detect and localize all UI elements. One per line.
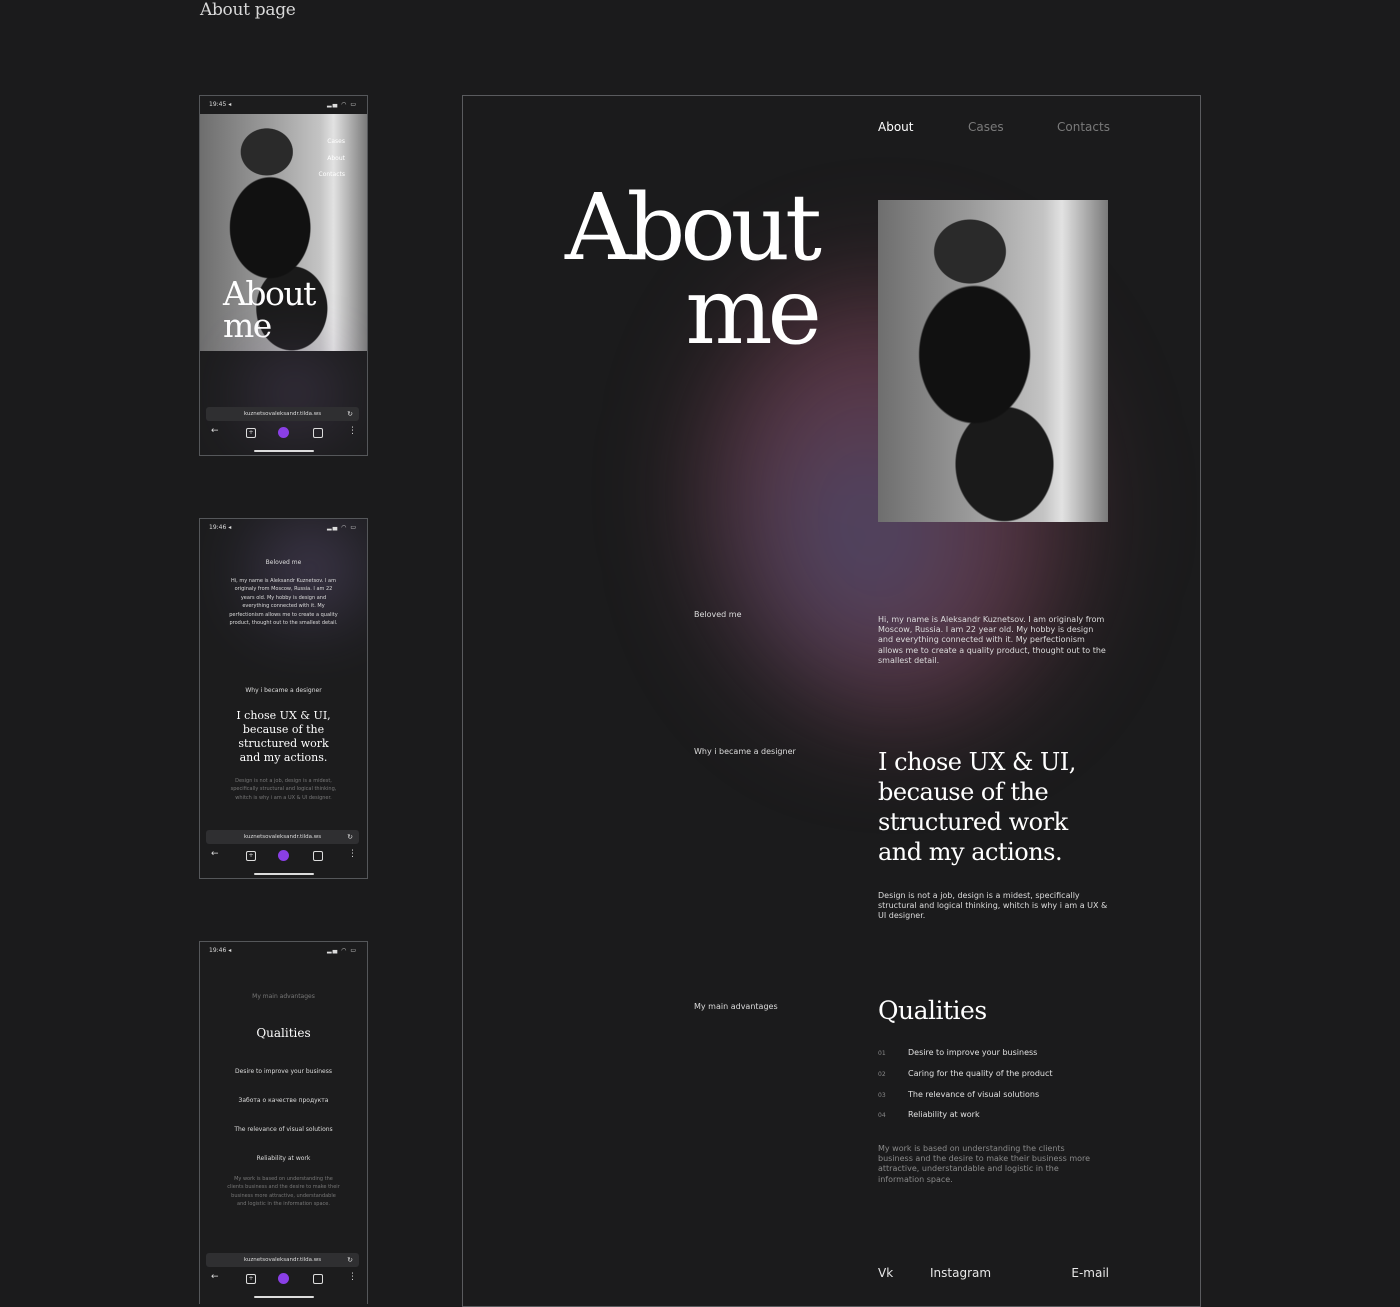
social-links: Vk Instagram E-mail [878, 1266, 1109, 1282]
status-bar: 19:45 ◂ ▂▄ ◠ ▭ [200, 96, 367, 114]
new-tab-icon[interactable]: + [246, 428, 256, 438]
more-icon[interactable]: ⋮ [348, 426, 357, 436]
list-item: Reliability at work [256, 1155, 311, 1162]
list-item-label: Caring for the quality of the product [908, 1069, 1053, 1078]
list-item-label: Desire to improve your business [908, 1048, 1038, 1057]
section-label-why: Why i became a designer [245, 687, 322, 694]
list-item-label: Reliability at work [908, 1110, 980, 1119]
browser-toolbar: ← + ⋮ [200, 426, 367, 442]
back-arrow-icon[interactable]: ← [211, 1272, 219, 1282]
social-link-email[interactable]: E-mail [1071, 1266, 1109, 1280]
quote-heading: I chose UX & UI, because of the structur… [878, 747, 1076, 867]
new-tab-icon[interactable]: + [246, 1274, 256, 1284]
menu-item-about[interactable]: About [319, 151, 345, 168]
list-item: 02 Caring for the quality of the product [878, 1069, 1053, 1078]
social-link-instagram[interactable]: Instagram [930, 1266, 991, 1280]
list-item-number: 04 [878, 1112, 886, 1119]
list-item: 01 Desire to improve your business [878, 1048, 1037, 1057]
signal-wifi-battery-icon: ▂▄ ◠ ▭ [327, 524, 357, 531]
list-item-number: 01 [878, 1050, 886, 1057]
back-arrow-icon[interactable]: ← [211, 849, 219, 859]
list-item-label: The relevance of visual solutions [908, 1090, 1040, 1099]
quote-line-1: I chose UX & UI, [878, 748, 1076, 776]
mobile-screen-qualities: 19:46 ◂ ▂▄ ◠ ▭ My main advantages Qualit… [199, 941, 368, 1304]
page-title: About page [200, 0, 296, 20]
list-item: Desire to improve your business [235, 1068, 332, 1075]
quote-line-4: and my actions. [878, 838, 1063, 866]
section-label-advantages: My main advantages [694, 1002, 778, 1011]
home-indicator [254, 873, 314, 875]
mobile-screen-about: 19:45 ◂ ▂▄ ◠ ▭ Cases About Contacts Abou… [199, 95, 368, 456]
section-label-why: Why i became a designer [694, 747, 796, 756]
social-link-vk[interactable]: Vk [878, 1266, 893, 1280]
nav-about[interactable]: About [878, 120, 913, 134]
page-heading: About me [223, 277, 316, 345]
tabs-icon[interactable] [313, 851, 323, 861]
page-heading: About me [565, 182, 822, 365]
status-time: 19:46 ◂ [209, 524, 232, 531]
qualities-list: Desire to improve your business Забота о… [200, 1057, 367, 1173]
nav-cases[interactable]: Cases [968, 120, 1004, 134]
reload-icon[interactable]: ↻ [347, 1253, 353, 1267]
heading-line-2: me [223, 306, 272, 345]
heading-line-2: me [685, 258, 822, 365]
mobile-menu: Cases About Contacts [319, 134, 345, 184]
home-indicator [254, 1296, 314, 1298]
list-item: 03 The relevance of visual solutions [878, 1090, 1039, 1099]
desktop-screen: About Cases Contacts About me Beloved me… [462, 95, 1201, 1307]
home-indicator [254, 450, 314, 452]
status-time: 19:45 ◂ [209, 101, 232, 108]
more-icon[interactable]: ⋮ [348, 1272, 357, 1282]
url-bar[interactable]: kuznetsovaleksandr.tilda.ws ↻ [206, 830, 359, 844]
menu-item-cases[interactable]: Cases [319, 134, 345, 151]
browser-toolbar: ← + ⋮ [200, 1272, 367, 1288]
bio-text: Hi, my name is Aleksandr Kuznetsov. I am… [229, 578, 338, 627]
reload-icon[interactable]: ↻ [347, 830, 353, 844]
status-bar: 19:46 ◂ ▂▄ ◠ ▭ [200, 942, 367, 960]
qualities-title: Qualities [256, 1026, 311, 1040]
list-item-number: 02 [878, 1071, 886, 1078]
quote-heading: I chose UX & UI, because of the structur… [236, 709, 331, 764]
section-label-beloved: Beloved me [694, 610, 742, 619]
status-time: 19:46 ◂ [209, 947, 232, 954]
url-text: kuznetsovaleksandr.tilda.ws [243, 411, 322, 417]
nav-contacts[interactable]: Contacts [1057, 120, 1110, 134]
url-bar[interactable]: kuznetsovaleksandr.tilda.ws ↻ [206, 407, 359, 421]
reload-icon[interactable]: ↻ [347, 407, 353, 421]
back-arrow-icon[interactable]: ← [211, 426, 219, 436]
mobile-screen-beloved: 19:46 ◂ ▂▄ ◠ ▭ Beloved me Hi, my name is… [199, 518, 368, 879]
menu-item-contacts[interactable]: Contacts [319, 167, 345, 184]
design-note: Design is not a job, design is a midest,… [230, 778, 337, 801]
browser-toolbar: ← + ⋮ [200, 849, 367, 865]
assistant-icon[interactable] [278, 1273, 289, 1284]
url-text: kuznetsovaleksandr.tilda.ws [243, 834, 322, 840]
signal-wifi-battery-icon: ▂▄ ◠ ▭ [327, 101, 357, 108]
footer-text: My work is based on understanding the cl… [878, 1144, 1091, 1184]
list-item: The relevance of visual solutions [234, 1126, 333, 1133]
tabs-icon[interactable] [313, 1274, 323, 1284]
signal-wifi-battery-icon: ▂▄ ◠ ▭ [327, 947, 357, 954]
footer-text: My work is based on understanding the cl… [227, 1176, 340, 1208]
new-tab-icon[interactable]: + [246, 851, 256, 861]
qualities-title: Qualities [878, 996, 987, 1025]
design-note: Design is not a job, design is a midest,… [878, 891, 1108, 921]
quote-line-3: structured work [878, 808, 1068, 836]
status-bar: 19:46 ◂ ▂▄ ◠ ▭ [200, 519, 367, 537]
section-label-beloved: Beloved me [265, 559, 302, 566]
section-label-advantages: My main advantages [252, 993, 315, 1000]
portrait-photo [878, 200, 1108, 522]
list-item-number: 03 [878, 1092, 886, 1099]
list-item: Забота о качестве продукта [238, 1097, 329, 1104]
url-text: kuznetsovaleksandr.tilda.ws [243, 1257, 322, 1263]
more-icon[interactable]: ⋮ [348, 849, 357, 859]
quote-line-2: because of the [878, 778, 1049, 806]
assistant-icon[interactable] [278, 850, 289, 861]
assistant-icon[interactable] [278, 427, 289, 438]
url-bar[interactable]: kuznetsovaleksandr.tilda.ws ↻ [206, 1253, 359, 1267]
list-item: 04 Reliability at work [878, 1110, 980, 1119]
bio-text: Hi, my name is Aleksandr Kuznetsov. I am… [878, 615, 1106, 665]
tabs-icon[interactable] [313, 428, 323, 438]
